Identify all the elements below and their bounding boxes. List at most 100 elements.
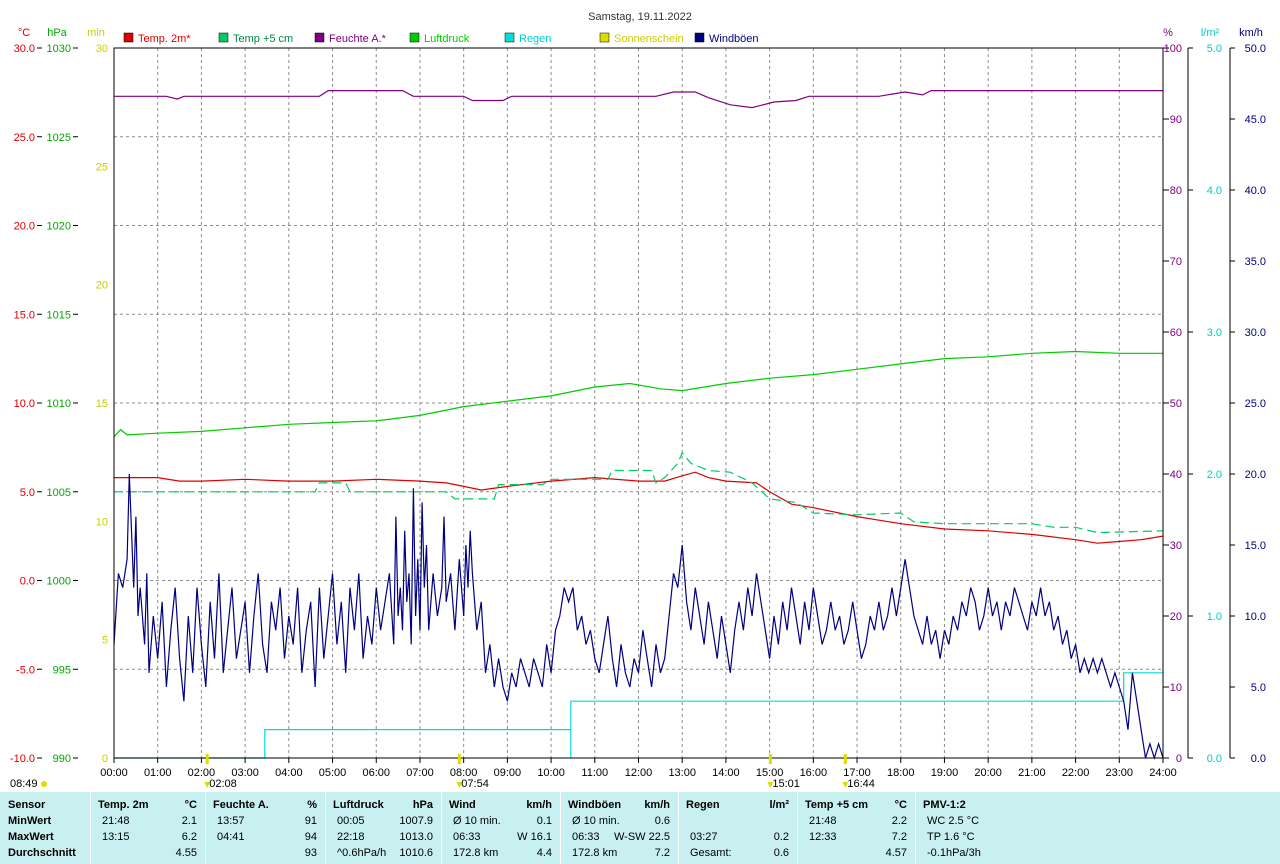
rain-tick-label: 1.0 [1207, 611, 1222, 623]
footer-cell-value: 1010.6 [399, 847, 433, 859]
grid-lines [114, 48, 1163, 758]
wind-unit-label: km/h [1239, 27, 1263, 39]
sunshine-unit-label: min [87, 27, 105, 39]
legend-label: Sonnenschein [614, 33, 684, 45]
footer-cell-value: 1013.0 [399, 831, 433, 843]
footer-cell-value: 2.2 [891, 815, 907, 827]
footer-header-unit: km/h [526, 799, 552, 811]
chart-title: Samstag, 19.11.2022 [588, 11, 692, 23]
footer-cell-value: 6.2 [181, 831, 197, 843]
x-tick-label: 06:00 [362, 767, 390, 779]
footer-cell-value: 7.2 [654, 847, 670, 859]
footer-cell-value: 4.57 [885, 847, 907, 859]
x-tick-label: 13:00 [668, 767, 696, 779]
rain-tick-label: 4.0 [1207, 185, 1222, 197]
rain-unit-label: l/m² [1201, 27, 1220, 39]
legend-swatch [504, 32, 515, 43]
x-tick-label: 24:00 [1149, 767, 1177, 779]
legend-swatch [314, 32, 325, 43]
pressure-tick-label: 995 [53, 664, 71, 676]
humidity-tick-label: 60 [1170, 327, 1182, 339]
footer-row-label: Durchschnitt [8, 847, 76, 859]
x-tick-label: 04:00 [275, 767, 303, 779]
wind-tick-label: 25.0 [1245, 398, 1266, 410]
temp-tick-label: 30.0 [14, 43, 35, 55]
x-tick-label: 22:00 [1062, 767, 1090, 779]
humidity-tick-label: 20 [1170, 611, 1182, 623]
time-markers: 08:49 02:08 07:54 15:01 16:44 [0, 754, 875, 790]
temp-tick-label: -10.0 [10, 753, 35, 765]
pressure-unit-label: hPa [47, 27, 67, 39]
footer-header-unit: km/h [644, 799, 670, 811]
wind-tick-label: 15.0 [1245, 540, 1266, 552]
legend-label: Feuchte A.* [329, 33, 387, 45]
footer-header-unit: °C [184, 799, 197, 811]
humidity-tick-label: 40 [1170, 469, 1182, 481]
temp-tick-label: 0.0 [20, 576, 35, 588]
x-tick-label: 10:00 [537, 767, 565, 779]
pressure-tick-label: 1010 [47, 398, 71, 410]
sun-marker-label: 02:08 [209, 778, 237, 790]
summary-table: Sensor Temp. 2m °C Feuchte A.% Luftdruck hPa W… [0, 792, 1280, 864]
footer-row-label: MaxWert [8, 831, 54, 843]
legend-label: Temp +5 cm [233, 33, 293, 45]
rain-tick-label: 5.0 [1207, 43, 1222, 55]
footer-cell-value: W-SW 22.5 [613, 831, 670, 843]
footer-cell-value: 93 [304, 847, 317, 859]
wind-tick-label: 50.0 [1245, 43, 1266, 55]
footer-header-unit: % [307, 799, 317, 811]
x-tick-label: 12:00 [625, 767, 653, 779]
wind-tick-label: 10.0 [1245, 611, 1266, 623]
pressure-tick-label: 990 [53, 753, 71, 765]
rain-tick-label: 0.0 [1207, 753, 1222, 765]
x-tick-label: 01:00 [144, 767, 172, 779]
x-tick-label: 09:00 [494, 767, 522, 779]
temp-unit-label: °C [18, 27, 30, 39]
footer-cell-value: 0.6 [654, 815, 670, 827]
right-axes: % l/m² km/h10090807060504030201005.04.03.0… [1163, 27, 1266, 765]
x-tick-label: 23:00 [1106, 767, 1134, 779]
humidity-tick-label: 30 [1170, 540, 1182, 552]
x-tick-label: 07:00 [406, 767, 434, 779]
wind-tick-label: 35.0 [1245, 256, 1266, 268]
humidity-unit-label: % [1163, 27, 1173, 39]
legend-swatch [123, 32, 134, 43]
footer-cell-value: W 16.1 [517, 831, 552, 843]
x-tick-label: 11:00 [581, 767, 608, 779]
humidity-tick-label: 90 [1170, 114, 1182, 126]
wind-tick-label: 40.0 [1245, 185, 1266, 197]
x-tick-label: 21:00 [1018, 767, 1046, 779]
temp-tick-label: 5.0 [20, 487, 35, 499]
sun-marker-label: 16:44 [847, 778, 875, 790]
series-lines [113, 89, 1164, 761]
footer-cell-value: 0.2 [773, 831, 789, 843]
legend-label: Windböen [709, 33, 759, 45]
x-tick-label: 20:00 [974, 767, 1002, 779]
legend-swatch [409, 32, 420, 43]
footer-cell-value: 4.55 [175, 847, 197, 859]
footer-header-unit: °C [894, 799, 907, 811]
wind-tick-label: 20.0 [1245, 469, 1266, 481]
legend-label: Regen [519, 33, 551, 45]
legend-label: Temp. 2m* [138, 33, 191, 45]
x-axis: 00:00 01:00 02:00 03:00 04:00 05:00 06:00 07:00… [100, 758, 1177, 779]
wind-tick-label: 45.0 [1245, 114, 1266, 126]
legend-swatch [218, 32, 229, 43]
footer-cell-value: 7.2 [891, 831, 907, 843]
sunshine-tick-label: 30 [96, 43, 108, 55]
humidity-tick-label: 70 [1170, 256, 1182, 268]
wind-tick-label: 30.0 [1245, 327, 1266, 339]
humidity-tick-label: 0 [1176, 753, 1182, 765]
pressure-tick-label: 1025 [47, 132, 71, 144]
sun-marker-label: 15:01 [772, 778, 800, 790]
footer-row-label: MinWert [8, 815, 52, 827]
temp-tick-label: 15.0 [14, 309, 35, 321]
footer-cell-value: 0.6 [773, 847, 789, 859]
footer-header: PMV-1:2 [923, 799, 966, 811]
rain-tick-label: 3.0 [1207, 327, 1222, 339]
x-tick-label: 18:00 [887, 767, 915, 779]
x-tick-label: 19:00 [931, 767, 959, 779]
legend: Temp. 2m* Temp +5 cm Feuchte A.* Luftdruck R… [123, 32, 759, 45]
sunrise-label: 08:49 [10, 778, 38, 790]
pressure-tick-label: 1030 [47, 43, 71, 55]
